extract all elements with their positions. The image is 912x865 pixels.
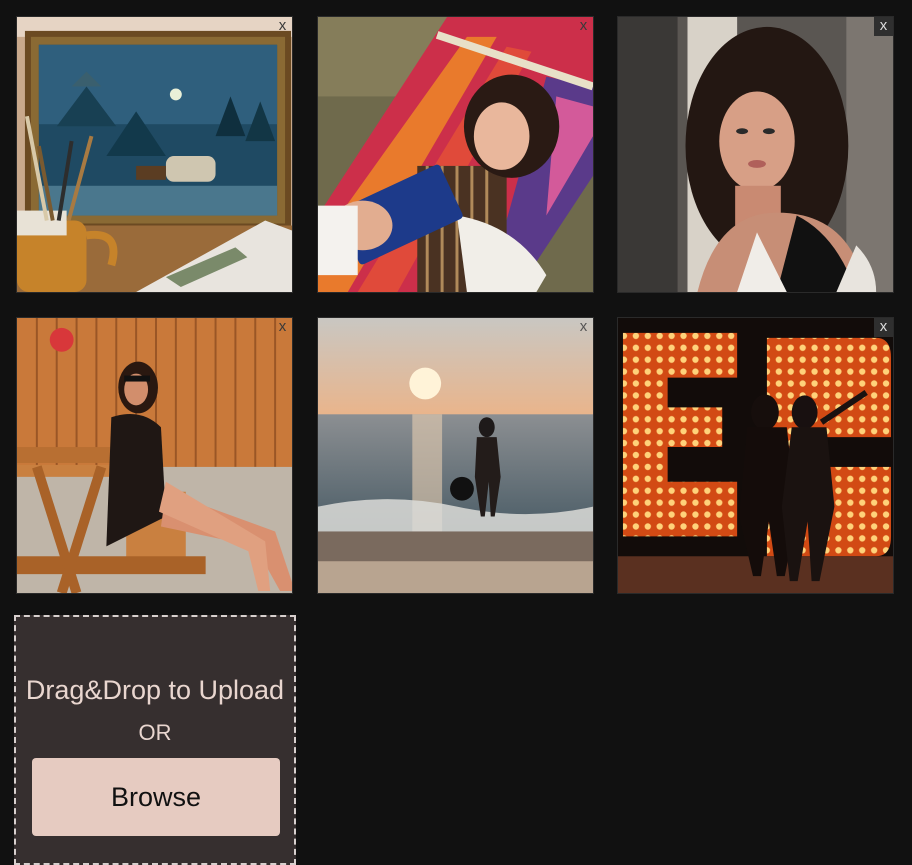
remove-image-button[interactable]: x [273,17,292,36]
marquee-image [618,318,893,593]
image-gallery: x x x x x x Drag&Drop to Upload OR Brows… [0,0,912,865]
bench-image [17,318,292,593]
beach-image [318,318,593,593]
remove-image-button[interactable]: x [574,17,593,36]
browse-button[interactable]: Browse [32,758,280,836]
hammock-image [318,17,593,292]
gallery-image-hammock[interactable]: x [317,16,594,293]
gallery-image-bench[interactable]: x [16,317,293,594]
drag-drop-text: Drag&Drop to Upload [25,675,285,705]
or-text: OR [138,720,172,745]
gallery-image-beach[interactable]: x [317,317,594,594]
gallery-image-marquee[interactable]: x [617,317,894,594]
gallery-image-painting[interactable]: x [16,16,293,293]
remove-image-button[interactable]: x [273,318,292,337]
gallery-image-portrait[interactable]: x [617,16,894,293]
portrait-image [618,17,893,292]
upload-dropzone[interactable]: Drag&Drop to Upload OR Browse [14,615,296,865]
remove-image-button[interactable]: x [874,318,893,337]
painting-image [17,17,292,292]
remove-image-button[interactable]: x [574,318,593,337]
remove-image-button[interactable]: x [874,17,893,36]
